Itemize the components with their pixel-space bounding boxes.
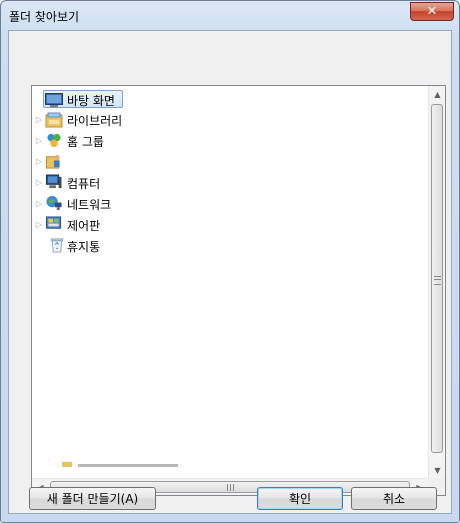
- homegroup-icon: [47, 133, 61, 148]
- folder-tree[interactable]: 바탕 화면 ▷ 라이브러리 ▷ 홈 그룹 ▷ ▷ 컴퓨터 ▷ 네트워크 ▷ 제어…: [31, 85, 446, 496]
- expand-arrow-icon[interactable]: ▷: [35, 220, 43, 229]
- scroll-grip-icon: [227, 484, 234, 491]
- partial-row-icon: [62, 462, 178, 467]
- tree-item-label: 라이브러리: [67, 114, 123, 128]
- network-icon: [46, 195, 62, 211]
- scroll-down-icon[interactable]: ▼: [429, 462, 445, 479]
- computer-icon: [46, 174, 62, 189]
- recycle-bin-icon: [50, 238, 64, 253]
- tree-item-label: 바탕 화면: [67, 94, 115, 108]
- close-button[interactable]: ✕: [410, 2, 454, 21]
- control-panel-icon: [46, 216, 62, 229]
- cancel-button[interactable]: 취소: [351, 487, 437, 510]
- vertical-scrollbar[interactable]: ▲ ▼: [428, 86, 445, 479]
- scroll-grip-icon: [434, 276, 441, 285]
- tree-item-label: 제어판: [67, 219, 101, 233]
- scroll-up-icon[interactable]: ▲: [429, 86, 445, 103]
- dialog-client-area: 바탕 화면 ▷ 라이브러리 ▷ 홈 그룹 ▷ ▷ 컴퓨터 ▷ 네트워크 ▷ 제어…: [8, 30, 452, 514]
- tree-item-label: 홈 그룹: [67, 135, 104, 149]
- expand-arrow-icon[interactable]: ▷: [35, 115, 43, 124]
- window-title: 폴더 찾아보기: [9, 10, 80, 24]
- folder-browser-dialog: 폴더 찾아보기 ✕ 바탕 화면 ▷ 라이브러리 ▷ 홈 그룹 ▷ ▷ 컴퓨터 ▷…: [0, 0, 460, 523]
- expand-arrow-icon[interactable]: ▷: [35, 178, 43, 187]
- library-icon: [45, 112, 63, 128]
- vertical-scroll-thumb[interactable]: [431, 104, 443, 453]
- expand-arrow-icon[interactable]: ▷: [35, 199, 43, 208]
- new-folder-button[interactable]: 새 폴더 만들기(A): [29, 487, 156, 510]
- desktop-icon: [45, 93, 63, 107]
- ok-button[interactable]: 확인: [257, 487, 343, 510]
- tree-item-label: 컴퓨터: [67, 177, 101, 191]
- tree-item-label: 휴지통: [67, 240, 101, 254]
- tree-item-partial: [62, 456, 182, 468]
- expand-arrow-icon[interactable]: ▷: [35, 136, 43, 145]
- user-folder-icon: [46, 154, 60, 169]
- expand-arrow-icon[interactable]: ▷: [35, 157, 43, 166]
- title-bar: 폴더 찾아보기 ✕: [1, 1, 459, 31]
- tree-item-label: 네트워크: [67, 198, 112, 212]
- close-icon: ✕: [426, 4, 438, 19]
